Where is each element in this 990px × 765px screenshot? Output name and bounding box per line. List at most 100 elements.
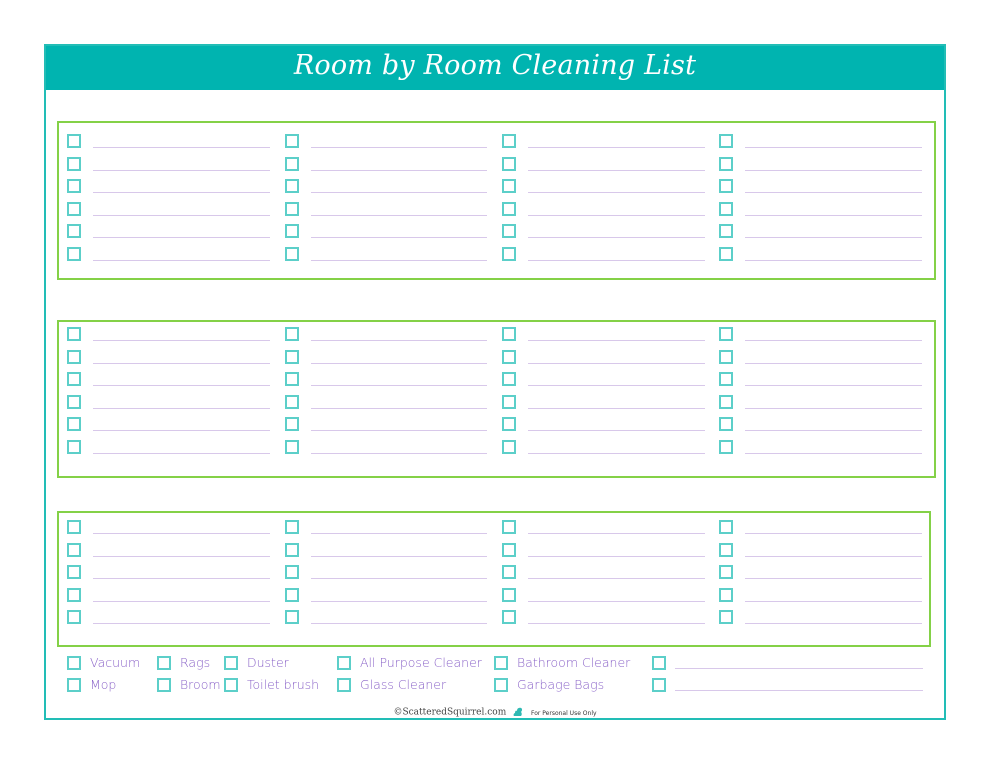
supply-blank-checkbox[interactable]: [652, 656, 666, 670]
supply-checkbox[interactable]: [157, 656, 171, 670]
task-checkbox[interactable]: [719, 349, 733, 364]
task-write-line[interactable]: [745, 578, 922, 579]
task-write-line[interactable]: [93, 555, 270, 557]
task-write-line[interactable]: [528, 340, 705, 341]
task-checkbox[interactable]: [502, 246, 516, 261]
task-checkbox[interactable]: [502, 179, 516, 193]
task-checkbox[interactable]: [719, 156, 733, 171]
task-write-line[interactable]: [745, 430, 922, 431]
task-checkbox[interactable]: [719, 417, 733, 431]
supply-checkbox[interactable]: [224, 678, 238, 692]
supply-checkbox[interactable]: [67, 656, 81, 670]
task-checkbox[interactable]: [285, 542, 299, 557]
task-checkbox[interactable]: [502, 565, 516, 579]
task-checkbox[interactable]: [67, 327, 81, 341]
task-write-line[interactable]: [311, 340, 487, 341]
task-write-line[interactable]: [311, 452, 487, 454]
task-write-line[interactable]: [745, 533, 922, 534]
task-checkbox[interactable]: [67, 224, 81, 238]
task-write-line[interactable]: [93, 169, 270, 171]
task-write-line[interactable]: [311, 237, 487, 238]
task-write-line[interactable]: [745, 385, 922, 386]
supply-blank-checkbox[interactable]: [652, 678, 666, 692]
supply-checkbox[interactable]: [494, 678, 508, 692]
task-write-line[interactable]: [311, 578, 487, 579]
task-checkbox[interactable]: [285, 179, 299, 193]
task-write-line[interactable]: [528, 169, 705, 171]
task-write-line[interactable]: [528, 192, 705, 193]
task-write-line[interactable]: [93, 578, 270, 579]
task-write-line[interactable]: [745, 147, 922, 148]
task-write-line[interactable]: [93, 214, 270, 216]
supply-checkbox[interactable]: [337, 656, 351, 670]
task-write-line[interactable]: [93, 407, 270, 409]
task-checkbox[interactable]: [67, 439, 81, 454]
supply-checkbox[interactable]: [157, 678, 171, 692]
task-checkbox[interactable]: [285, 587, 299, 602]
task-checkbox[interactable]: [67, 542, 81, 557]
task-write-line[interactable]: [311, 385, 487, 386]
task-write-line[interactable]: [528, 362, 705, 364]
task-write-line[interactable]: [528, 147, 705, 148]
task-checkbox[interactable]: [719, 201, 733, 216]
task-write-line[interactable]: [311, 147, 487, 148]
task-write-line[interactable]: [93, 192, 270, 193]
task-checkbox[interactable]: [67, 134, 81, 148]
task-write-line[interactable]: [93, 147, 270, 148]
task-write-line[interactable]: [311, 214, 487, 216]
task-checkbox[interactable]: [67, 246, 81, 261]
task-checkbox[interactable]: [719, 327, 733, 341]
task-checkbox[interactable]: [67, 372, 81, 386]
task-checkbox[interactable]: [285, 201, 299, 216]
task-checkbox[interactable]: [502, 201, 516, 216]
task-checkbox[interactable]: [67, 156, 81, 171]
task-checkbox[interactable]: [502, 520, 516, 534]
task-checkbox[interactable]: [285, 349, 299, 364]
task-checkbox[interactable]: [67, 349, 81, 364]
task-write-line[interactable]: [311, 430, 487, 431]
task-checkbox[interactable]: [502, 439, 516, 454]
task-write-line[interactable]: [528, 555, 705, 557]
task-write-line[interactable]: [528, 259, 705, 261]
task-checkbox[interactable]: [719, 179, 733, 193]
task-write-line[interactable]: [528, 533, 705, 534]
task-write-line[interactable]: [528, 452, 705, 454]
task-checkbox[interactable]: [285, 372, 299, 386]
task-write-line[interactable]: [745, 362, 922, 364]
task-checkbox[interactable]: [502, 134, 516, 148]
task-write-line[interactable]: [311, 259, 487, 261]
task-checkbox[interactable]: [67, 179, 81, 193]
task-write-line[interactable]: [528, 623, 705, 624]
task-write-line[interactable]: [745, 192, 922, 193]
task-write-line[interactable]: [311, 600, 487, 602]
supply-checkbox[interactable]: [337, 678, 351, 692]
supply-checkbox[interactable]: [67, 678, 81, 692]
task-write-line[interactable]: [528, 578, 705, 579]
task-write-line[interactable]: [528, 385, 705, 386]
task-write-line[interactable]: [745, 600, 922, 602]
task-checkbox[interactable]: [67, 417, 81, 431]
task-checkbox[interactable]: [67, 394, 81, 409]
task-checkbox[interactable]: [67, 565, 81, 579]
task-write-line[interactable]: [93, 533, 270, 534]
task-write-line[interactable]: [93, 452, 270, 454]
task-checkbox[interactable]: [502, 587, 516, 602]
task-write-line[interactable]: [745, 452, 922, 454]
task-write-line[interactable]: [93, 430, 270, 431]
task-write-line[interactable]: [745, 169, 922, 171]
task-checkbox[interactable]: [719, 565, 733, 579]
task-write-line[interactable]: [93, 623, 270, 624]
task-checkbox[interactable]: [67, 610, 81, 624]
task-write-line[interactable]: [528, 214, 705, 216]
task-write-line[interactable]: [745, 259, 922, 261]
task-checkbox[interactable]: [502, 349, 516, 364]
task-write-line[interactable]: [528, 407, 705, 409]
task-write-line[interactable]: [93, 259, 270, 261]
task-checkbox[interactable]: [719, 394, 733, 409]
task-checkbox[interactable]: [285, 417, 299, 431]
task-write-line[interactable]: [311, 533, 487, 534]
task-checkbox[interactable]: [502, 610, 516, 624]
task-write-line[interactable]: [745, 555, 922, 557]
task-checkbox[interactable]: [719, 520, 733, 534]
task-checkbox[interactable]: [67, 201, 81, 216]
